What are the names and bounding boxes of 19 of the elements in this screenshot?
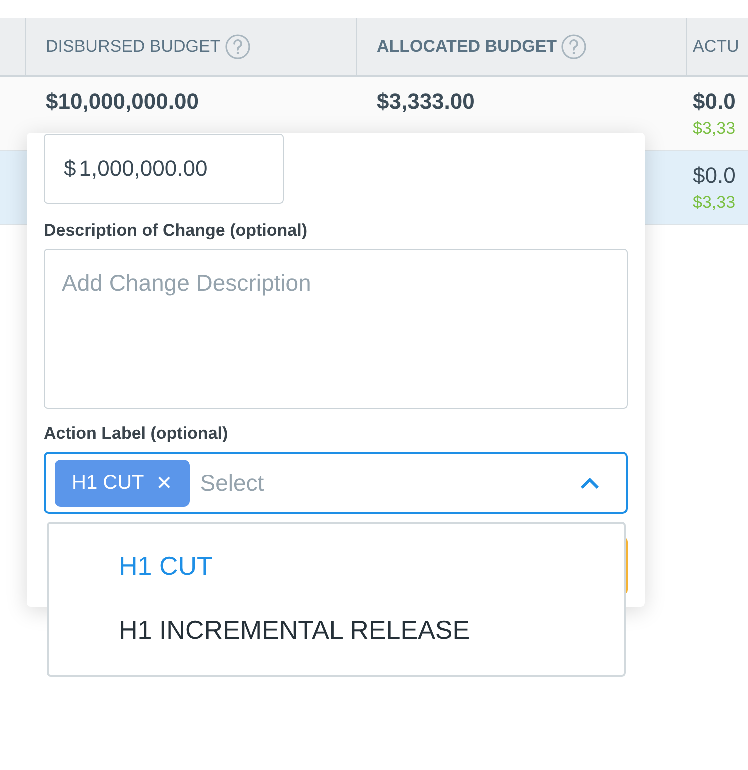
dropdown-option[interactable]: H1 INCREMENTAL RELEASE [49, 598, 624, 662]
column-title: ALLOCATED BUDGET [377, 36, 558, 56]
help-icon[interactable] [561, 34, 588, 60]
column-title: DISBURSED BUDGET [46, 36, 221, 56]
field-label: Action Label (optional) [44, 424, 230, 444]
amount-subtext: $3,33 [693, 193, 737, 213]
amount-text: $10,000,000.00 [46, 89, 200, 115]
amount-text: $3,333.00 [377, 89, 476, 115]
chevron-icon [579, 477, 601, 491]
amount-text: $0.0 [693, 163, 737, 189]
tag-chip: H1 CUT ✕ [55, 460, 190, 506]
amount-text: $0.0 [693, 89, 737, 115]
amount-field[interactable]: $1,000,000.00 [44, 134, 284, 204]
field-label: Description of Change (optional) [44, 221, 308, 241]
description-field[interactable]: Add Change Description [44, 249, 628, 409]
column-title: ACTU [693, 36, 740, 56]
select-placeholder: Select [200, 470, 264, 496]
amount-subtext: $3,33 [693, 119, 737, 139]
help-icon[interactable] [224, 34, 251, 60]
